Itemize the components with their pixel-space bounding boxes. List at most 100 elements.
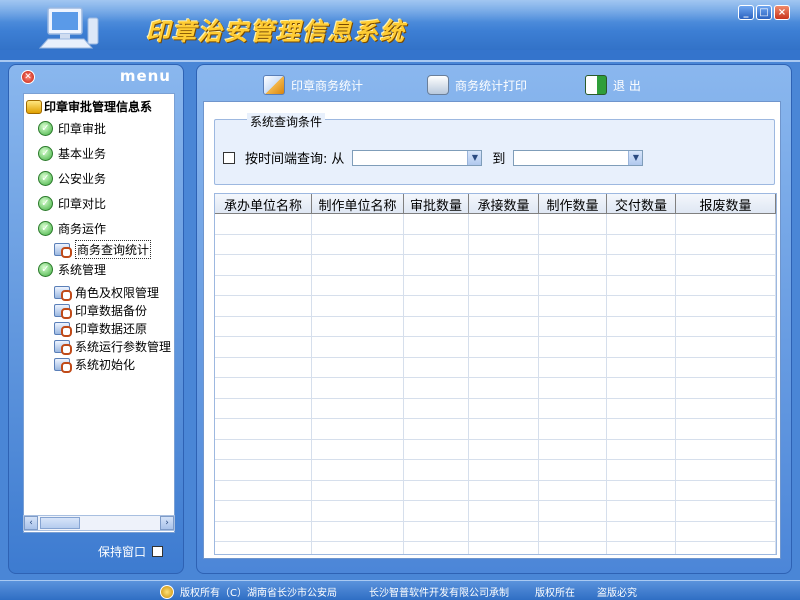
- table-row[interactable]: [215, 337, 776, 358]
- table-cell[interactable]: [215, 398, 312, 418]
- menu-sub-roles[interactable]: 角色及权限管理: [54, 284, 159, 301]
- column-header[interactable]: 承接数量: [469, 194, 539, 214]
- table-cell[interactable]: [312, 234, 404, 254]
- table-cell[interactable]: [469, 501, 539, 521]
- table-cell[interactable]: [469, 357, 539, 377]
- table-cell[interactable]: [404, 255, 469, 275]
- close-window-button[interactable]: ×: [774, 5, 790, 20]
- table-cell[interactable]: [469, 521, 539, 541]
- column-header[interactable]: 制作数量: [539, 194, 607, 214]
- scroll-right-icon[interactable]: ›: [160, 516, 174, 530]
- table-cell[interactable]: [312, 480, 404, 500]
- table-cell[interactable]: [312, 255, 404, 275]
- table-cell[interactable]: [404, 316, 469, 336]
- table-cell[interactable]: [539, 296, 607, 316]
- table-cell[interactable]: [404, 357, 469, 377]
- chevron-down-icon[interactable]: ▼: [467, 150, 482, 165]
- table-cell[interactable]: [404, 398, 469, 418]
- menu-sub-params[interactable]: 系统运行参数管理: [54, 338, 171, 355]
- table-cell[interactable]: [312, 316, 404, 336]
- table-cell[interactable]: [215, 419, 312, 439]
- table-cell[interactable]: [215, 255, 312, 275]
- column-header[interactable]: 交付数量: [607, 194, 676, 214]
- table-cell[interactable]: [215, 521, 312, 541]
- table-cell[interactable]: [676, 357, 776, 377]
- table-cell[interactable]: [469, 419, 539, 439]
- table-cell[interactable]: [215, 357, 312, 377]
- table-cell[interactable]: [676, 521, 776, 541]
- table-cell[interactable]: [215, 501, 312, 521]
- table-row[interactable]: [215, 398, 776, 419]
- minimize-button[interactable]: _: [738, 5, 754, 20]
- table-cell[interactable]: [215, 378, 312, 398]
- table-cell[interactable]: [312, 419, 404, 439]
- table-cell[interactable]: [469, 542, 539, 554]
- table-cell[interactable]: [215, 542, 312, 554]
- table-row[interactable]: [215, 275, 776, 296]
- table-cell[interactable]: [404, 378, 469, 398]
- table-cell[interactable]: [404, 337, 469, 357]
- table-cell[interactable]: [607, 542, 676, 554]
- table-cell[interactable]: [404, 296, 469, 316]
- table-cell[interactable]: [676, 460, 776, 480]
- tree-horizontal-scrollbar[interactable]: ‹ ›: [23, 515, 175, 531]
- table-cell[interactable]: [312, 296, 404, 316]
- table-cell[interactable]: [312, 337, 404, 357]
- table-cell[interactable]: [404, 521, 469, 541]
- table-cell[interactable]: [215, 316, 312, 336]
- table-cell[interactable]: [676, 255, 776, 275]
- table-cell[interactable]: [469, 255, 539, 275]
- menu-sub-init[interactable]: 系统初始化: [54, 356, 135, 373]
- chevron-down-icon[interactable]: ▼: [628, 150, 643, 165]
- table-cell[interactable]: [607, 480, 676, 500]
- table-row[interactable]: [215, 296, 776, 317]
- table-cell[interactable]: [312, 542, 404, 554]
- table-cell[interactable]: [312, 439, 404, 459]
- table-cell[interactable]: [607, 398, 676, 418]
- table-cell[interactable]: [539, 521, 607, 541]
- results-grid[interactable]: 承办单位名称 制作单位名称 审批数量 承接数量 制作数量 交付数量 报废数量: [214, 193, 777, 555]
- scroll-left-icon[interactable]: ‹: [24, 516, 38, 530]
- table-row[interactable]: [215, 378, 776, 399]
- column-header[interactable]: 承办单位名称: [215, 194, 312, 214]
- table-row[interactable]: [215, 316, 776, 337]
- to-date-select[interactable]: ▼: [513, 149, 644, 166]
- table-cell[interactable]: [539, 398, 607, 418]
- menu-sub-restore[interactable]: 印章数据还原: [54, 320, 147, 337]
- table-cell[interactable]: [676, 480, 776, 500]
- table-cell[interactable]: [469, 460, 539, 480]
- table-cell[interactable]: [607, 521, 676, 541]
- table-cell[interactable]: [676, 439, 776, 459]
- table-cell[interactable]: [539, 337, 607, 357]
- table-cell[interactable]: [312, 214, 404, 234]
- table-cell[interactable]: [215, 337, 312, 357]
- table-cell[interactable]: [676, 542, 776, 554]
- table-cell[interactable]: [215, 214, 312, 234]
- table-cell[interactable]: [607, 501, 676, 521]
- table-cell[interactable]: [607, 419, 676, 439]
- table-cell[interactable]: [539, 378, 607, 398]
- table-cell[interactable]: [607, 378, 676, 398]
- table-cell[interactable]: [539, 439, 607, 459]
- table-cell[interactable]: [404, 275, 469, 295]
- table-cell[interactable]: [469, 275, 539, 295]
- table-cell[interactable]: [215, 296, 312, 316]
- menu-sub-backup[interactable]: 印章数据备份: [54, 302, 147, 319]
- table-cell[interactable]: [676, 378, 776, 398]
- table-cell[interactable]: [539, 357, 607, 377]
- table-cell[interactable]: [607, 460, 676, 480]
- table-cell[interactable]: [404, 501, 469, 521]
- table-cell[interactable]: [676, 296, 776, 316]
- table-cell[interactable]: [676, 316, 776, 336]
- table-cell[interactable]: [215, 480, 312, 500]
- maximize-button[interactable]: □: [756, 5, 772, 20]
- table-cell[interactable]: [676, 419, 776, 439]
- menu-item-police-business[interactable]: ✓ 公安业务: [38, 170, 106, 187]
- table-cell[interactable]: [607, 337, 676, 357]
- menu-item-basic-business[interactable]: ✓ 基本业务: [38, 145, 106, 162]
- table-cell[interactable]: [312, 521, 404, 541]
- table-row[interactable]: [215, 480, 776, 501]
- table-cell[interactable]: [676, 337, 776, 357]
- table-row[interactable]: [215, 357, 776, 378]
- column-header[interactable]: 报废数量: [676, 194, 776, 214]
